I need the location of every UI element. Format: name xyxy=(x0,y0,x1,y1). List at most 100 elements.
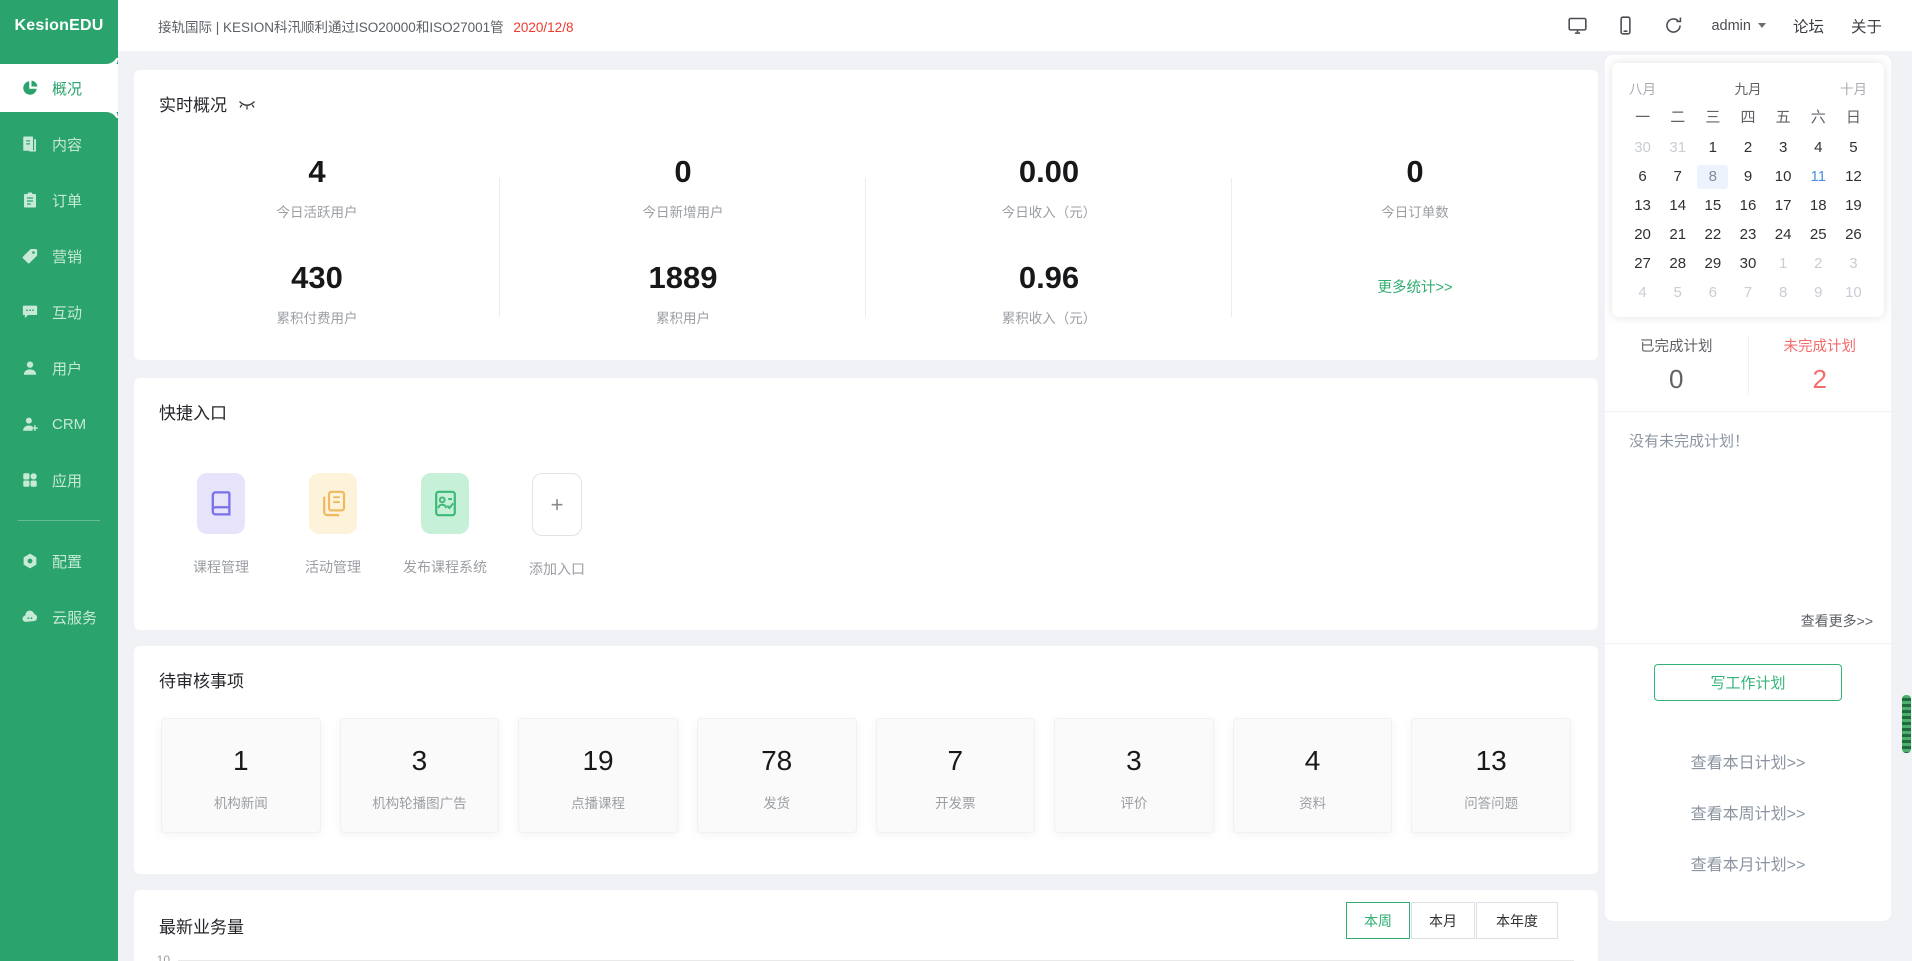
stat-label: 今日新增用户 xyxy=(500,201,866,221)
sidebar-menu: 概况内容订单营销互动用户 CRM 应用配置云服务 xyxy=(0,64,118,641)
sidebar-item-apps[interactable]: 应用 xyxy=(0,456,118,504)
tab-month[interactable]: 本月 xyxy=(1411,902,1475,939)
calendar-day[interactable]: 29 xyxy=(1697,252,1728,276)
stat-active-users-today: 4今日活跃用户 xyxy=(134,156,500,221)
calendar-day[interactable]: 14 xyxy=(1662,194,1693,218)
calendar-day[interactable]: 1 xyxy=(1697,136,1728,160)
mobile-view-icon[interactable] xyxy=(1615,15,1636,36)
calendar-day[interactable]: 1 xyxy=(1768,252,1799,276)
calendar-day[interactable]: 4 xyxy=(1627,281,1658,305)
calendar-day[interactable]: 24 xyxy=(1768,223,1799,247)
pending-item-materials[interactable]: 4资料 xyxy=(1233,718,1393,833)
pending-item-reviews[interactable]: 3评价 xyxy=(1054,718,1214,833)
calendar-day[interactable]: 31 xyxy=(1662,136,1693,160)
calendar-day[interactable]: 13 xyxy=(1627,194,1658,218)
calendar-day-today[interactable]: 11 xyxy=(1803,165,1834,189)
sidebar-item-overview[interactable]: 概况 xyxy=(0,64,118,112)
calendar-prev-month[interactable]: 八月 xyxy=(1629,78,1656,98)
calendar-day[interactable]: 21 xyxy=(1662,223,1693,247)
calendar-day[interactable]: 6 xyxy=(1697,281,1728,305)
write-plan-button[interactable]: 写工作计划 xyxy=(1654,664,1842,701)
view-plan-link-month[interactable]: 查看本月计划>> xyxy=(1691,851,1806,875)
calendar-day[interactable]: 12 xyxy=(1838,165,1869,189)
more-stats-link[interactable]: 更多统计>> xyxy=(1378,276,1453,297)
calendar-day[interactable]: 7 xyxy=(1662,165,1693,189)
sidebar-item-crm[interactable]: CRM xyxy=(0,400,118,448)
sidebar-item-cloud[interactable]: 云服务 xyxy=(0,593,118,641)
tab-week[interactable]: 本周 xyxy=(1346,902,1410,939)
calendar-day[interactable]: 10 xyxy=(1838,281,1869,305)
eye-closed-icon[interactable] xyxy=(237,94,257,114)
calendar-day[interactable]: 3 xyxy=(1768,136,1799,160)
calendar-day[interactable]: 19 xyxy=(1838,194,1869,218)
calendar-day[interactable]: 20 xyxy=(1627,223,1658,247)
quick-entry-label: 添加入口 xyxy=(529,559,585,579)
pending-item-qa-questions[interactable]: 13问答问题 xyxy=(1411,718,1571,833)
calendar-day[interactable]: 15 xyxy=(1697,194,1728,218)
pending-item-org-banner-ads[interactable]: 3机构轮播图广告 xyxy=(340,718,500,833)
calendar-day[interactable]: 5 xyxy=(1838,136,1869,160)
admin-dropdown[interactable]: admin xyxy=(1711,18,1766,34)
about-link[interactable]: 关于 xyxy=(1851,15,1882,37)
calendar-day-selected[interactable]: 8 xyxy=(1697,165,1728,189)
sidebar-item-users[interactable]: 用户 xyxy=(0,344,118,392)
pending-item-vod-courses[interactable]: 19点播课程 xyxy=(518,718,678,833)
app-logo[interactable]: KesionEDU xyxy=(0,0,118,51)
realtime-overview-title-text: 实时概况 xyxy=(159,91,227,116)
refresh-icon[interactable] xyxy=(1663,15,1684,36)
calendar-day[interactable]: 16 xyxy=(1732,194,1763,218)
view-plan-link-today[interactable]: 查看本日计划>> xyxy=(1691,749,1806,773)
sidebar-item-config[interactable]: 配置 xyxy=(0,537,118,585)
crm-icon xyxy=(21,415,39,433)
calendar-day[interactable]: 6 xyxy=(1627,165,1658,189)
forum-link[interactable]: 论坛 xyxy=(1793,15,1824,37)
calendar-day[interactable]: 8 xyxy=(1768,281,1799,305)
more-stats-wrap: 更多统计>> xyxy=(1232,221,1598,297)
sidebar-item-orders[interactable]: 订单 xyxy=(0,176,118,224)
page-scrollbar-thumb[interactable] xyxy=(1902,695,1911,753)
calendar-day[interactable]: 7 xyxy=(1732,281,1763,305)
quick-entry-publish-course-system[interactable]: 发布课程系统 xyxy=(421,473,469,579)
calendar-day[interactable]: 9 xyxy=(1803,281,1834,305)
pending-item-invoicing[interactable]: 7开发票 xyxy=(876,718,1036,833)
pending-review-grid: 1机构新闻3机构轮播图广告19点播课程78发货7开发票3评价4资料13问答问题 xyxy=(134,692,1598,833)
calendar-day[interactable]: 30 xyxy=(1732,252,1763,276)
calendar-day[interactable]: 28 xyxy=(1662,252,1693,276)
calendar-day[interactable]: 25 xyxy=(1803,223,1834,247)
view-plan-link-week[interactable]: 查看本周计划>> xyxy=(1691,800,1806,824)
stat-orders-today: 0今日订单数 xyxy=(1232,156,1598,221)
sidebar-item-marketing[interactable]: 营销 xyxy=(0,232,118,280)
quick-entry-activity-management[interactable]: 活动管理 xyxy=(309,473,357,579)
calendar-day[interactable]: 5 xyxy=(1662,281,1693,305)
calendar-day[interactable]: 30 xyxy=(1627,136,1658,160)
calendar-day[interactable]: 10 xyxy=(1768,165,1799,189)
stat-label: 今日订单数 xyxy=(1232,201,1598,221)
calendar-day[interactable]: 4 xyxy=(1803,136,1834,160)
sidebar-item-interaction[interactable]: 互动 xyxy=(0,288,118,336)
calendar-day[interactable]: 17 xyxy=(1768,194,1799,218)
calendar-day[interactable]: 27 xyxy=(1627,252,1658,276)
calendar-day[interactable]: 26 xyxy=(1838,223,1869,247)
quick-entry-add-entry[interactable]: +添加入口 xyxy=(533,473,581,579)
calendar-day[interactable]: 2 xyxy=(1732,136,1763,160)
calendar-day[interactable]: 23 xyxy=(1732,223,1763,247)
desktop-view-icon[interactable] xyxy=(1567,15,1588,36)
stat-value: 0 xyxy=(500,156,866,187)
right-panel-spacer xyxy=(1605,469,1891,611)
calendar-day[interactable]: 3 xyxy=(1838,252,1869,276)
sidebar-item-content[interactable]: 内容 xyxy=(0,120,118,168)
calendar-next-month[interactable]: 十月 xyxy=(1840,78,1867,98)
view-more-link[interactable]: 查看更多>> xyxy=(1605,611,1891,643)
calendar-day[interactable]: 18 xyxy=(1803,194,1834,218)
calendar-day[interactable]: 9 xyxy=(1732,165,1763,189)
calendar-day[interactable]: 2 xyxy=(1803,252,1834,276)
calendar-day[interactable]: 22 xyxy=(1697,223,1728,247)
pending-value: 19 xyxy=(519,745,677,777)
pending-item-org-news[interactable]: 1机构新闻 xyxy=(161,718,321,833)
clipboard-icon xyxy=(21,191,39,209)
pending-item-shipping[interactable]: 78发货 xyxy=(697,718,857,833)
pending-review-card: 待审核事项 1机构新闻3机构轮播图广告19点播课程78发货7开发票3评价4资料1… xyxy=(134,646,1598,874)
tab-year[interactable]: 本年度 xyxy=(1476,902,1558,939)
quick-entry-course-management[interactable]: 课程管理 xyxy=(197,473,245,579)
stat-label: 累积付费用户 xyxy=(134,307,500,327)
